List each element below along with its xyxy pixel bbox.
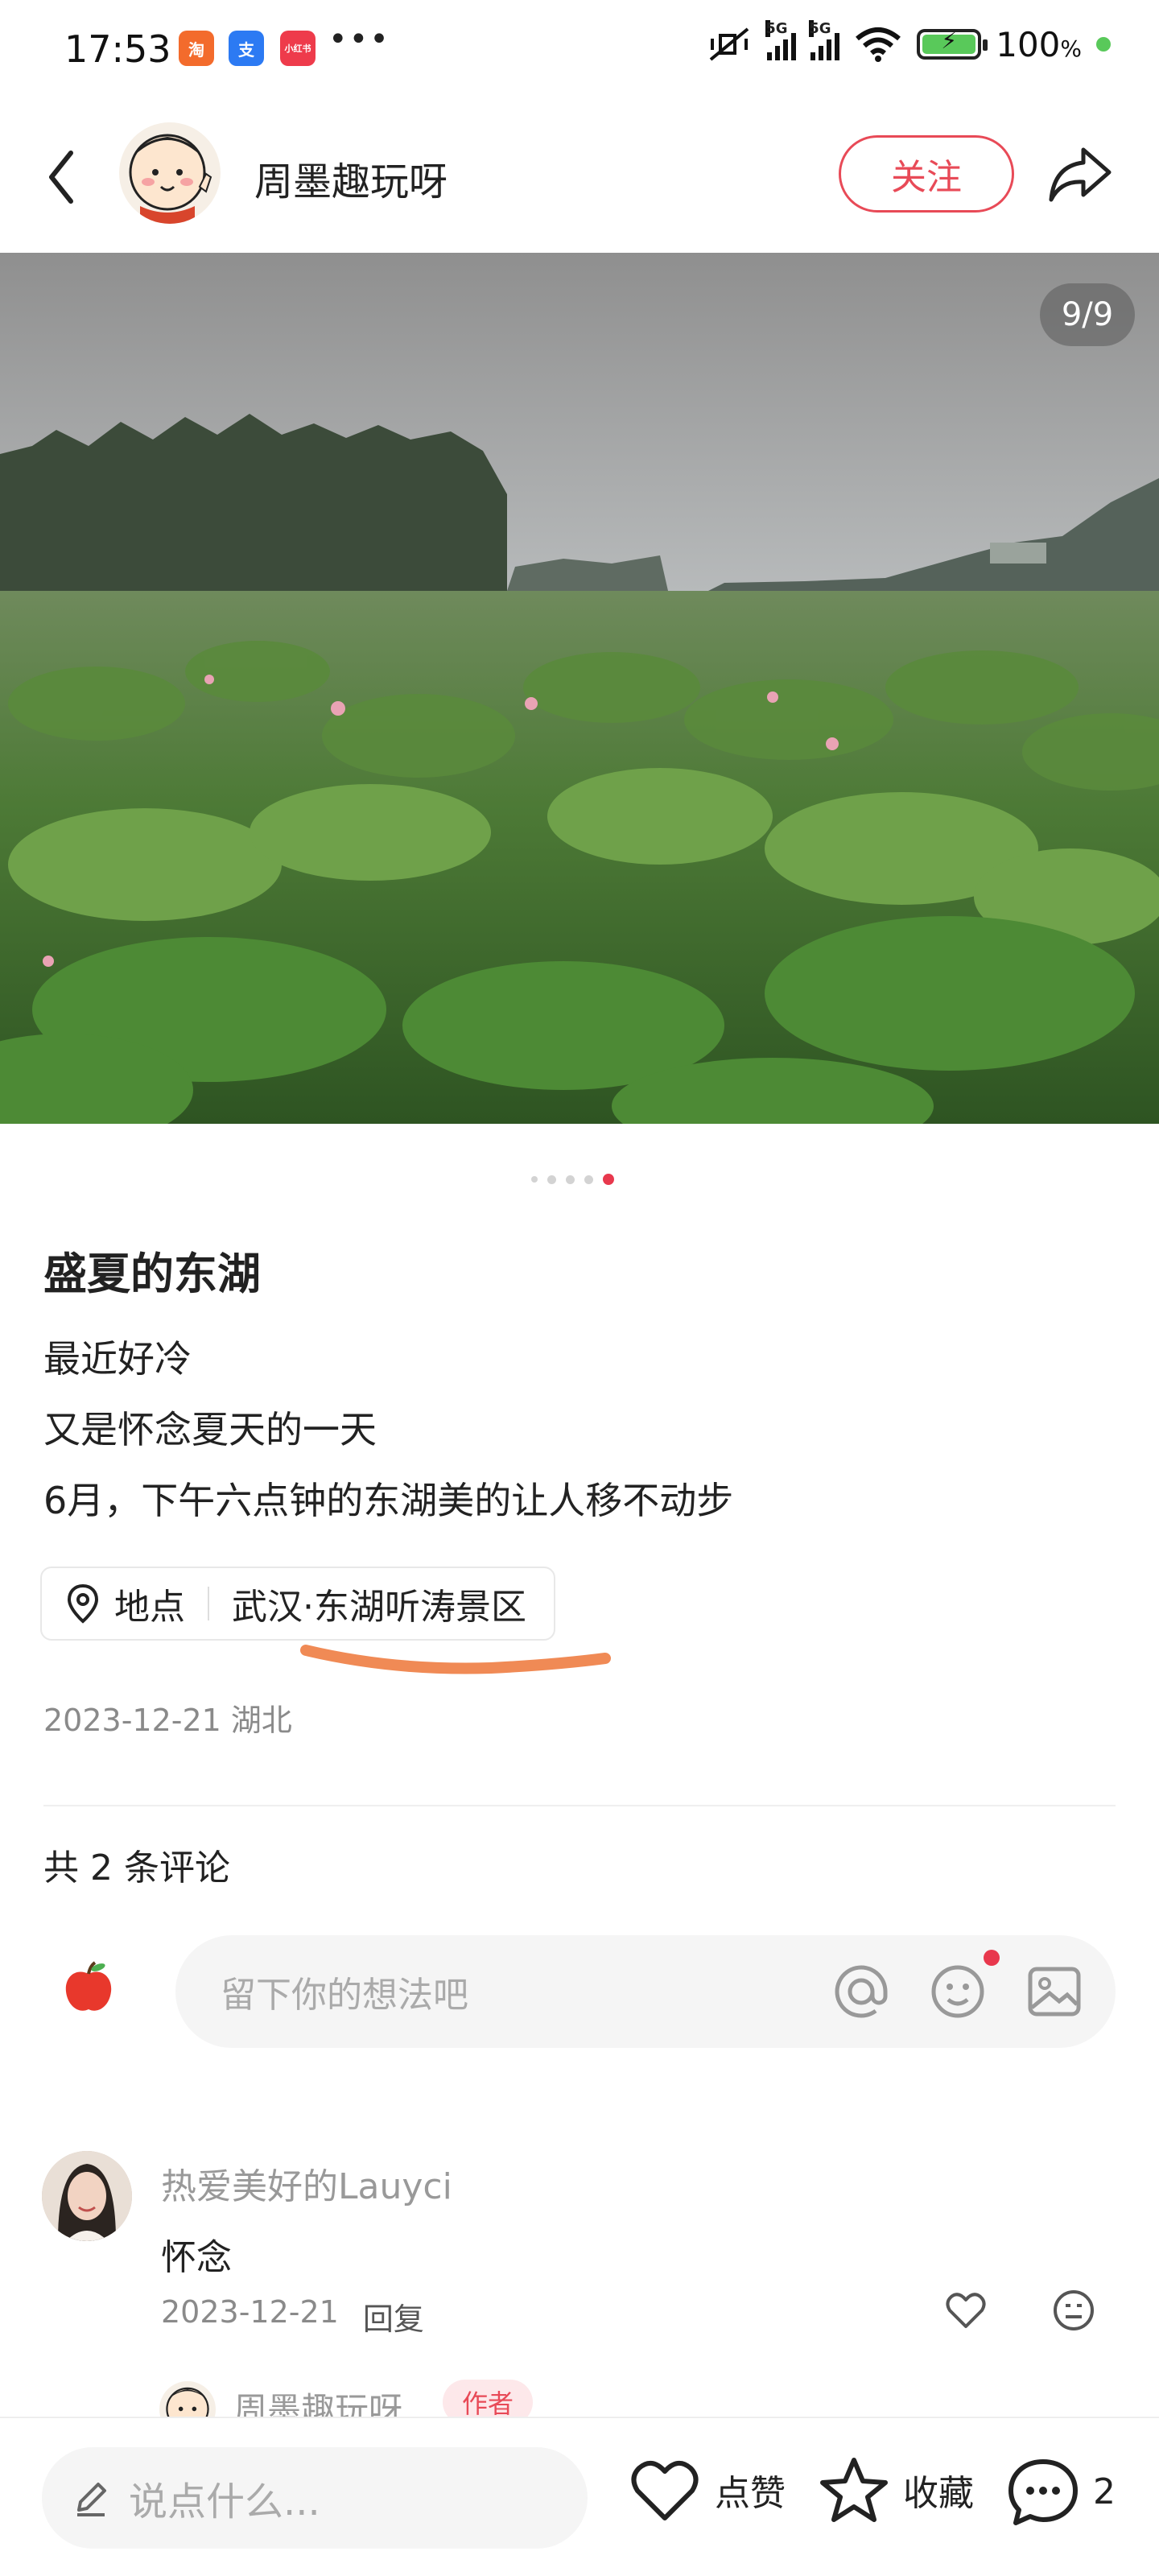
post-body-line: 6月，下午六点钟的东湖美的让人移不动步 (43, 1479, 734, 1522)
network-type-label: 5G (809, 20, 831, 37)
star-icon (820, 2458, 888, 2522)
say-something-placeholder: 说点什么... (129, 2479, 320, 2524)
taobao-notification-icon: 淘 (179, 31, 214, 66)
status-indicators: 5G 5G ⚡ 100% (706, 20, 1111, 64)
location-pin-icon (67, 1583, 99, 1624)
status-more-icon: ••• (328, 21, 390, 58)
location-divider (208, 1587, 209, 1620)
image-icon[interactable] (1022, 1959, 1087, 2024)
network-type-label: 5G (765, 20, 788, 37)
follow-button[interactable]: 关注 (839, 135, 1014, 213)
location-label: 地点 (114, 1587, 185, 1628)
comment-count: 共 2 条评论 (43, 1847, 230, 1889)
comment-react-emoji-icon[interactable] (1051, 2288, 1096, 2333)
comment-like-heart-icon[interactable] (943, 2288, 988, 2333)
comment-text: 怀念 (161, 2237, 232, 2278)
author-avatar[interactable] (119, 122, 221, 224)
lotus-lake-photo (0, 253, 1159, 1124)
reply-button[interactable]: 回复 (363, 2294, 424, 2339)
carousel-dot (531, 1176, 538, 1183)
post-body-line: 又是怀念夏天的一天 (43, 1408, 377, 1451)
post-body-line: 最近好冷 (43, 1337, 192, 1381)
share-icon[interactable] (1043, 138, 1116, 211)
commenter-name[interactable]: 热爱美好的Lauyci (161, 2157, 452, 2209)
section-divider (43, 1805, 1116, 1806)
comment-meta: 2023-12-21 回复 (161, 2294, 424, 2339)
xiaohongshu-notification-icon: 小红书 (280, 31, 316, 66)
collect-label: 收藏 (903, 2473, 974, 2514)
mute-vibrate-icon (709, 27, 749, 61)
photo-page-indicator: 9/9 (1040, 283, 1135, 346)
location-chip[interactable]: 地点 武汉·东湖听涛景区 (40, 1567, 555, 1641)
carousel-dot (603, 1174, 614, 1185)
battery-icon: ⚡ (917, 27, 988, 60)
back-arrow-icon[interactable] (39, 145, 87, 209)
carousel-dot (566, 1174, 575, 1184)
comment-button[interactable]: 2 (1006, 2455, 1116, 2528)
alipay-notification-icon: 支 (229, 31, 264, 66)
author-name[interactable]: 周墨趣玩呀 (254, 150, 448, 206)
location-value: 武汉·东湖听涛景区 (232, 1587, 526, 1628)
signal-5g-icon: 5G (809, 20, 840, 60)
apple-avatar-icon (65, 1961, 112, 2011)
signal-5g-icon: 5G (765, 20, 797, 60)
post-photo[interactable] (0, 253, 1159, 1124)
emoji-badge-dot (984, 1950, 1000, 1966)
mention-icon[interactable] (829, 1959, 893, 2024)
charging-bolt-icon: ⚡ (941, 27, 958, 54)
heart-icon (631, 2461, 699, 2520)
commenter-avatar[interactable] (42, 2151, 132, 2241)
post-title: 盛夏的东湖 (43, 1249, 261, 1299)
carousel-dot (584, 1174, 593, 1184)
comment-bubble-icon (1008, 2459, 1078, 2525)
woman-portrait-icon (42, 2151, 132, 2241)
battery-percent: 100% (996, 24, 1082, 64)
collect-button[interactable]: 收藏 (818, 2455, 974, 2524)
like-button[interactable]: 点赞 (628, 2455, 786, 2524)
pencil-icon (77, 2483, 106, 2516)
comment-date: 2023-12-21 (161, 2294, 339, 2330)
highlight-underline-stroke (300, 1645, 611, 1674)
carousel-dots (531, 1174, 614, 1185)
cartoon-face-icon (129, 134, 212, 224)
status-time: 17:53 (64, 27, 171, 71)
wifi-icon (856, 27, 901, 62)
carousel-dot (547, 1174, 556, 1184)
emoji-icon[interactable] (926, 1959, 990, 2024)
say-something-input[interactable]: 说点什么... (42, 2447, 588, 2549)
like-label: 点赞 (715, 2473, 786, 2514)
privacy-indicator-dot (1096, 37, 1111, 52)
comment-count-label: 2 (1093, 2471, 1116, 2512)
post-date-region: 2023-12-21 湖北 (43, 1703, 292, 1738)
